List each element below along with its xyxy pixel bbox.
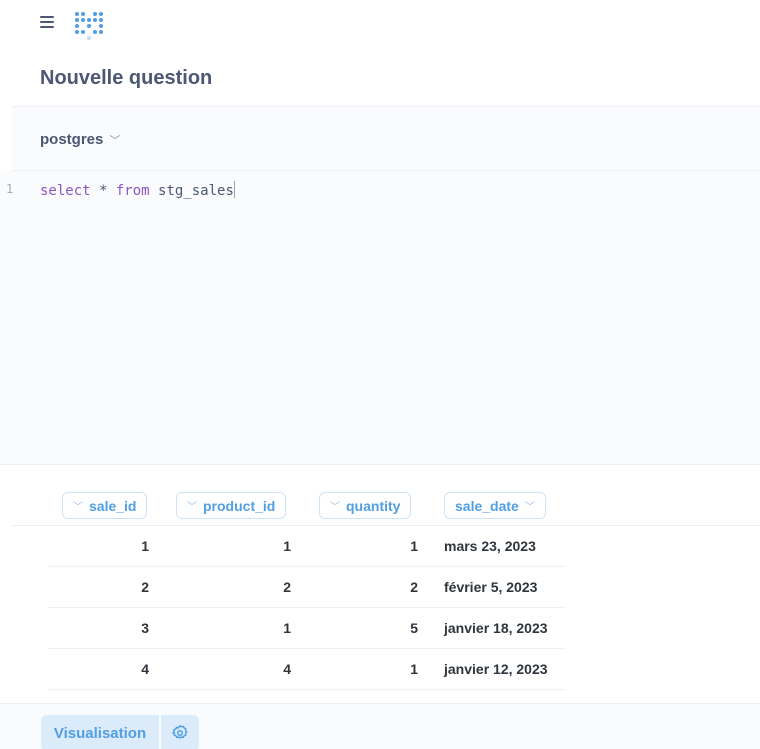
footer-bar: Visualisation [0, 703, 760, 749]
cell-quantity: 1 [410, 538, 418, 554]
top-nav [0, 0, 760, 50]
column-header-label: sale_id [89, 497, 137, 514]
cell-sale-date: janvier 12, 2023 [444, 661, 548, 677]
cell-sale-date: février 5, 2023 [444, 579, 538, 595]
sql-table-name: stg_sales [149, 183, 234, 199]
chevron-down-icon: ﹀ [524, 502, 535, 513]
cell-quantity: 5 [410, 620, 418, 636]
row-divider [48, 689, 566, 690]
chevron-down-icon: ﹀ [109, 135, 121, 147]
column-header-label: product_id [203, 497, 276, 514]
cell-product-id: 4 [283, 661, 291, 677]
visualization-button[interactable]: Visualisation [41, 715, 159, 749]
database-bar: postgres ﹀ [12, 106, 760, 171]
page-title: Nouvelle question [40, 67, 213, 89]
cell-quantity: 1 [410, 661, 418, 677]
settings-button[interactable] [161, 715, 199, 749]
table-row: 3 1 5 janvier 18, 2023 [0, 608, 760, 649]
cell-sale-id: 4 [141, 661, 149, 677]
cell-sale-date: mars 23, 2023 [444, 538, 536, 554]
cell-product-id: 1 [283, 538, 291, 554]
gear-icon [171, 724, 188, 739]
hamburger-icon[interactable] [40, 16, 54, 28]
sql-star: * [90, 183, 116, 199]
column-header-quantity[interactable]: ﹀ quantity [319, 492, 412, 519]
table-row: 4 4 1 janvier 12, 2023 [0, 649, 760, 690]
sql-code[interactable]: select * from stg_sales [40, 181, 235, 199]
database-select[interactable]: postgres ﹀ [40, 131, 120, 148]
sql-keyword-select: select [40, 183, 91, 199]
cell-quantity: 2 [410, 579, 418, 595]
cell-sale-date: janvier 18, 2023 [444, 620, 548, 636]
column-header-label: quantity [346, 497, 401, 514]
cell-product-id: 1 [283, 620, 291, 636]
chevron-down-icon: ﹀ [330, 502, 340, 513]
column-header-product-id[interactable]: ﹀ product_id [176, 492, 287, 519]
sql-editor[interactable]: 1 select * from stg_sales [0, 171, 760, 465]
chevron-down-icon: ﹀ [187, 502, 197, 513]
column-header-sale-date[interactable]: sale_date ﹀ [444, 492, 546, 519]
metabase-logo-icon[interactable] [75, 9, 109, 41]
database-select-label: postgres [40, 131, 104, 148]
sql-keyword-from: from [115, 183, 150, 199]
chevron-down-icon: ﹀ [73, 502, 83, 513]
column-header-label: sale_date [455, 497, 519, 514]
cell-sale-id: 2 [141, 579, 149, 595]
text-cursor [233, 181, 235, 198]
results-table: ﹀ sale_id ﹀ product_id ﹀ quantity sale_d… [0, 466, 760, 703]
column-header-sale-id[interactable]: ﹀ sale_id [62, 492, 148, 519]
line-number: 1 [6, 182, 14, 196]
table-row: 1 1 1 mars 23, 2023 [0, 526, 760, 567]
cell-sale-id: 1 [141, 538, 149, 554]
table-row: 2 2 2 février 5, 2023 [0, 567, 760, 608]
cell-product-id: 2 [283, 579, 291, 595]
query-editor-page: Nouvelle question postgres ﹀ 1 select * f… [0, 0, 760, 749]
cell-sale-id: 3 [141, 620, 149, 636]
